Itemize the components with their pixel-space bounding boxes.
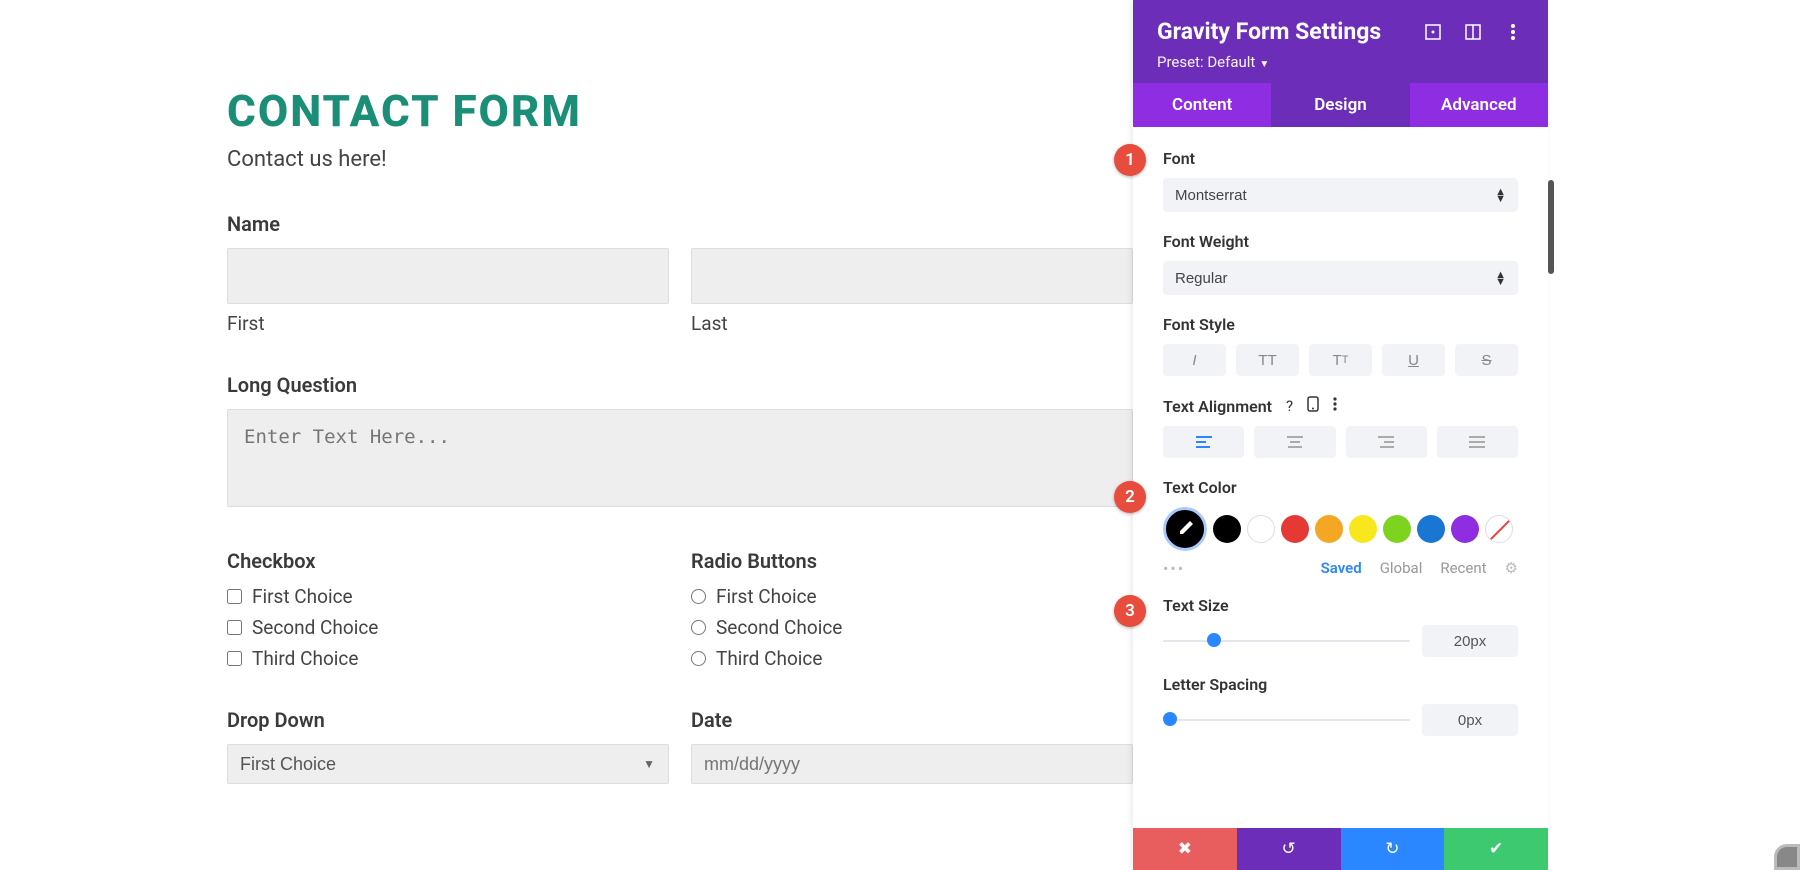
panel-footer: ✖ ↺ ↻ ✔ [1133, 828, 1548, 870]
first-name-sublabel: First [227, 312, 669, 335]
dropdown-label: Drop Down [227, 708, 669, 732]
swatch-blue[interactable] [1417, 515, 1445, 543]
color-tab-recent[interactable]: Recent [1440, 559, 1486, 578]
first-name-input[interactable] [227, 248, 669, 304]
font-style-label: Font Style [1163, 315, 1518, 334]
uppercase-button[interactable]: TT [1236, 344, 1299, 376]
letter-spacing-slider[interactable] [1163, 717, 1410, 723]
last-name-sublabel: Last [691, 312, 1133, 335]
strikethrough-button[interactable]: S [1455, 344, 1518, 376]
cancel-button[interactable]: ✖ [1133, 828, 1237, 870]
form-title: CONTACT FORM [227, 85, 1133, 137]
radio-choice-3[interactable]: Third Choice [691, 647, 1133, 670]
more-colors-icon[interactable]: ••• [1163, 559, 1185, 578]
gear-icon[interactable]: ⚙ [1505, 559, 1518, 578]
swatch-black[interactable] [1213, 515, 1241, 543]
checkbox-group-label: Checkbox [227, 549, 669, 573]
date-label: Date [691, 708, 1133, 732]
radio-group-label: Radio Buttons [691, 549, 1133, 573]
swatch-yellow[interactable] [1349, 515, 1377, 543]
radio-choice-1[interactable]: First Choice [691, 585, 1133, 608]
callout-badge-2: 2 [1114, 481, 1146, 513]
color-tab-saved[interactable]: Saved [1321, 559, 1362, 578]
tab-advanced[interactable]: Advanced [1410, 83, 1548, 127]
text-size-slider[interactable] [1163, 638, 1410, 644]
date-input[interactable] [691, 744, 1133, 784]
swatch-orange[interactable] [1315, 515, 1343, 543]
font-label: Font [1163, 149, 1518, 168]
letter-spacing-value[interactable] [1422, 704, 1518, 736]
text-color-label: Text Color [1163, 478, 1518, 497]
form-description: Contact us here! [227, 147, 1133, 172]
align-left-button[interactable] [1163, 426, 1244, 458]
swatch-red[interactable] [1281, 515, 1309, 543]
checkbox-choice-3[interactable]: Third Choice [227, 647, 669, 670]
color-tab-global[interactable]: Global [1380, 559, 1423, 578]
tab-content[interactable]: Content [1133, 83, 1271, 127]
letter-spacing-label: Letter Spacing [1163, 675, 1518, 694]
scrollbar-thumb[interactable] [1548, 180, 1554, 274]
smallcaps-button[interactable]: TT [1309, 344, 1372, 376]
redo-button[interactable]: ↻ [1341, 828, 1445, 870]
panel-body: Font Montserrat ▲▼ Font Weight Regular ▲… [1133, 127, 1548, 828]
columns-icon[interactable] [1462, 21, 1484, 43]
last-name-input[interactable] [691, 248, 1133, 304]
help-icon[interactable]: ? [1286, 397, 1293, 415]
swatch-purple[interactable] [1451, 515, 1479, 543]
long-question-label: Long Question [227, 373, 1133, 397]
italic-button[interactable]: I [1163, 344, 1226, 376]
underline-button[interactable]: U [1382, 344, 1445, 376]
mobile-icon[interactable] [1307, 396, 1319, 416]
resize-handle-icon[interactable] [1774, 844, 1800, 870]
panel-header: Gravity Form Settings Preset: Default▼ [1133, 0, 1548, 83]
align-right-button[interactable] [1346, 426, 1427, 458]
tab-design[interactable]: Design [1271, 83, 1409, 127]
eyedropper-button[interactable] [1163, 507, 1207, 551]
swatch-green[interactable] [1383, 515, 1411, 543]
panel-title: Gravity Form Settings [1157, 18, 1404, 45]
callout-badge-1: 1 [1114, 144, 1146, 176]
font-weight-select[interactable]: Regular [1163, 261, 1518, 295]
settings-panel: Gravity Form Settings Preset: Default▼ C… [1133, 0, 1548, 870]
kebab-menu-icon[interactable] [1502, 21, 1524, 43]
panel-tabs: Content Design Advanced [1133, 83, 1548, 127]
kebab-icon[interactable] [1333, 397, 1337, 415]
name-label: Name [227, 212, 1133, 236]
align-center-button[interactable] [1254, 426, 1335, 458]
form-canvas: CONTACT FORM Contact us here! Name First… [0, 0, 1133, 870]
checkbox-choice-2[interactable]: Second Choice [227, 616, 669, 639]
align-justify-button[interactable] [1437, 426, 1518, 458]
dropdown-select[interactable]: First Choice [227, 744, 669, 784]
text-align-label: Text Alignment [1163, 397, 1272, 416]
text-size-label: Text Size [1163, 596, 1518, 615]
preset-dropdown[interactable]: Preset: Default▼ [1157, 53, 1524, 71]
expand-icon[interactable] [1422, 21, 1444, 43]
confirm-button[interactable]: ✔ [1444, 828, 1548, 870]
swatch-white[interactable] [1247, 515, 1275, 543]
text-size-value[interactable] [1422, 625, 1518, 657]
radio-choice-2[interactable]: Second Choice [691, 616, 1133, 639]
swatch-none[interactable] [1485, 515, 1513, 543]
checkbox-choice-1[interactable]: First Choice [227, 585, 669, 608]
long-question-textarea[interactable] [227, 409, 1133, 507]
font-select[interactable]: Montserrat [1163, 178, 1518, 212]
font-weight-label: Font Weight [1163, 232, 1518, 251]
undo-button[interactable]: ↺ [1237, 828, 1341, 870]
callout-badge-3: 3 [1114, 595, 1146, 627]
